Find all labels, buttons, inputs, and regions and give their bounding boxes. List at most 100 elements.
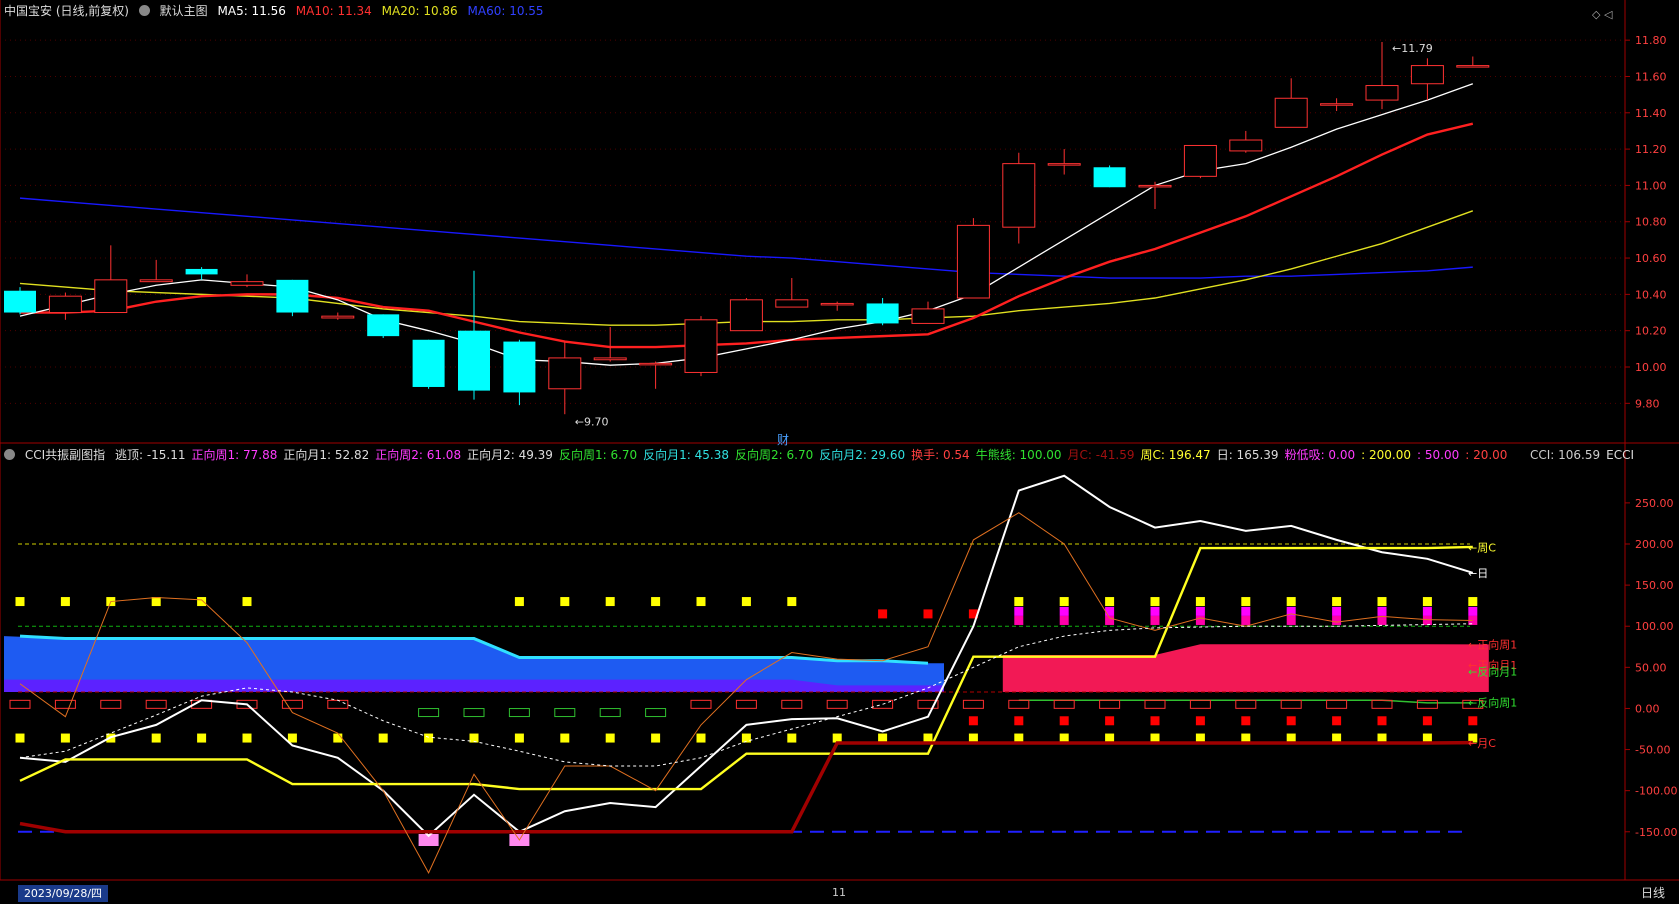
- marker-yellow: [1286, 597, 1296, 607]
- candle-body-up: [639, 362, 673, 366]
- marker-yellow-low: [1105, 733, 1115, 743]
- marker-magenta: [1150, 606, 1160, 616]
- marker-magenta: [1059, 606, 1069, 616]
- marker-yellow-low: [1332, 733, 1342, 743]
- marker-yellow-low: [514, 733, 524, 743]
- candle-body-up: [956, 224, 990, 299]
- marker-magenta: [1468, 606, 1478, 616]
- sub-chart-header: CCI共振副图指 逃顶: -15.11 正向周1: 77.88 正向月1: 52.8…: [4, 446, 1519, 464]
- cci-readout: CCI: 106.59 ECCI: [1530, 446, 1640, 464]
- marker-yellow: [787, 597, 797, 607]
- marker-yellow: [15, 597, 25, 607]
- marker-pink: [1150, 615, 1160, 625]
- marker-yellow-low: [696, 733, 706, 743]
- sub-value-6: 反向月1: 45.38: [643, 448, 730, 462]
- marker-yellow-low: [968, 733, 978, 743]
- sub-value-4: 正向月2: 49.39: [467, 448, 553, 462]
- ma60-value: MA60: 10.55: [467, 4, 544, 18]
- sub-tick-label: -150.00: [1635, 826, 1677, 839]
- marker-yellow: [1014, 597, 1024, 607]
- sub-tick-label: 250.00: [1635, 497, 1674, 510]
- candle-body-down: [4, 290, 36, 313]
- marker-red-low: [1468, 716, 1478, 726]
- marker-yellow: [605, 597, 615, 607]
- marker-red-low: [1241, 716, 1251, 726]
- marker-yellow-low: [60, 733, 70, 743]
- sub-value-17: : 20.00: [1465, 448, 1508, 462]
- stock-title[interactable]: 中国宝安 (日线,前复权): [4, 4, 129, 18]
- marker-yellow-low: [560, 733, 570, 743]
- price-annotation: ←11.79: [1392, 42, 1433, 55]
- sub-tick-label: 100.00: [1635, 620, 1674, 633]
- marker-yellow-low: [378, 733, 388, 743]
- main-tick-label: 11.80: [1635, 34, 1667, 47]
- marker-yellow-low: [15, 733, 25, 743]
- main-tick-label: 11.00: [1635, 179, 1667, 192]
- marker-yellow-low: [1059, 733, 1069, 743]
- sub-value-12: 周C: 196.47: [1140, 448, 1211, 462]
- marker-magenta: [1241, 606, 1251, 616]
- marker-pink: [1332, 615, 1342, 625]
- marker-yellow: [197, 597, 207, 607]
- marker-magenta: [1195, 606, 1205, 616]
- candle-body-up: [230, 281, 264, 286]
- sub-chart-toggle-icon[interactable]: [4, 449, 15, 460]
- finance-marker[interactable]: 财: [777, 431, 789, 448]
- candle-body-up: [911, 308, 945, 324]
- marker-magenta: [1332, 606, 1342, 616]
- candle-body-down: [185, 268, 218, 275]
- marker-yellow-low: [1286, 733, 1296, 743]
- marker-yellow-low: [651, 733, 661, 743]
- sub-chart-title[interactable]: CCI共振副图指: [25, 448, 105, 462]
- period-button[interactable]: 日线: [1630, 885, 1676, 902]
- sub-tick-label: 200.00: [1635, 538, 1674, 551]
- ma20-value: MA20: 10.86: [381, 4, 458, 18]
- marker-yellow-low: [424, 733, 434, 743]
- marker-yellow-low: [242, 733, 252, 743]
- marker-yellow: [60, 597, 70, 607]
- candle-body-down: [458, 330, 490, 391]
- right-label: ←正向周1: [1468, 637, 1517, 651]
- main-tick-label: 10.40: [1635, 288, 1667, 301]
- marker-magenta: [1014, 606, 1024, 616]
- candle-body-up: [1365, 85, 1399, 101]
- marker-red-low: [968, 716, 978, 726]
- marker-yellow: [1105, 597, 1115, 607]
- candle-body-up: [1047, 163, 1081, 166]
- sub-tick-label: 50.00: [1635, 661, 1667, 674]
- main-chart-name[interactable]: 默认主图: [160, 4, 208, 18]
- month-marker: 11: [832, 886, 846, 899]
- marker-yellow-low: [197, 733, 207, 743]
- marker-red-low: [1377, 716, 1387, 726]
- ecci-label: ECCI: [1606, 448, 1635, 462]
- marker-red: [923, 609, 933, 619]
- right-label: ←月C: [1468, 737, 1496, 750]
- sub-value-3: 正向周2: 61.08: [375, 448, 462, 462]
- marker-pink: [1286, 615, 1296, 625]
- candle-body-up: [729, 299, 763, 332]
- candle-body-up: [48, 295, 82, 314]
- marker-yellow-low: [1377, 733, 1387, 743]
- candle-body-down: [412, 339, 445, 387]
- right-label: ←周C: [1468, 541, 1496, 554]
- ma10-value: MA10: 11.34: [295, 4, 372, 18]
- marker-yellow-low: [832, 733, 842, 743]
- marker-red: [878, 609, 888, 619]
- window-controls[interactable]: ◇ ◁: [1592, 6, 1612, 24]
- main-tick-label: 9.80: [1635, 397, 1660, 410]
- main-tick-label: 11.60: [1635, 70, 1667, 83]
- sub-value-2: 正向月1: 52.82: [283, 448, 370, 462]
- marker-pink: [1422, 615, 1432, 625]
- chart-toggle-icon[interactable]: [138, 5, 150, 16]
- marker-yellow: [1059, 597, 1069, 607]
- marker-red-low: [1014, 716, 1024, 726]
- main-tick-label: 10.80: [1635, 216, 1667, 229]
- right-label: ←反向月1: [1468, 664, 1517, 678]
- sub-value-0: 逃顶: -15.11: [114, 448, 186, 462]
- sub-value-10: 牛熊线: 100.00: [975, 448, 1062, 462]
- main-chart-header: 中国宝安 (日线,前复权) 默认主图 MA5: 11.56 MA10: 11.3…: [4, 2, 550, 20]
- sub-value-13: 日: 165.39: [1216, 448, 1279, 462]
- marker-pink: [1195, 615, 1205, 625]
- marker-yellow: [560, 597, 570, 607]
- sub-value-16: : 50.00: [1417, 448, 1460, 462]
